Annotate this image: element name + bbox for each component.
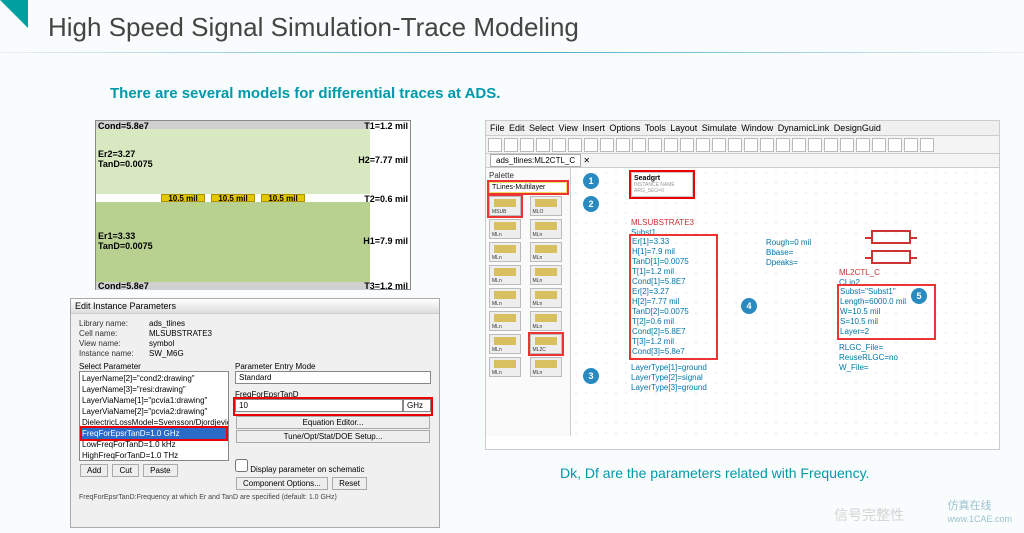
instance-name: SW_M6G <box>149 349 184 358</box>
bottom-note: Dk, Df are the parameters related with F… <box>560 465 869 481</box>
component-params: Subst="Subst1"Length=6000.0 mil W=10.5 m… <box>839 286 934 338</box>
callout-1: 1 <box>583 173 599 189</box>
schematic-canvas[interactable]: 1 2 3 4 5 Seadgrt INSTANCE NAMEARG_SEG=0… <box>571 168 999 436</box>
schematic-tab[interactable]: ads_tlines:ML2CTL_C <box>490 154 581 167</box>
select-param-header: Select Parameter <box>79 362 229 371</box>
cell-name: MLSUBSTRATE3 <box>149 329 212 338</box>
parameter-list[interactable]: LayerName[2]="cond2:drawing" LayerName[3… <box>79 371 229 461</box>
corner-triangle <box>0 0 28 28</box>
palette-item[interactable] <box>530 311 562 331</box>
divider <box>0 52 1024 53</box>
cut-button[interactable]: Cut <box>112 464 138 477</box>
help-text: FreqForEpsrTanD:Frequency at which Er an… <box>79 494 431 501</box>
palette-item[interactable] <box>489 242 521 262</box>
label: Er1=3.33 <box>98 231 135 241</box>
selected-parameter[interactable]: FreqForEpsrTanD=1.0 GHz <box>82 428 226 439</box>
palette-header: Palette <box>489 171 567 180</box>
palette-library-select[interactable]: TLines-Multilayer <box>489 182 567 193</box>
ads-window: File Edit Select View Insert Options Too… <box>485 120 1000 450</box>
unit-select[interactable]: GHz <box>403 399 431 412</box>
tune-opt-button[interactable]: Tune/Opt/Stat/DOE Setup... <box>236 430 430 443</box>
substrate-name: MLSUBSTRATE3 <box>631 218 694 228</box>
label: T2=0.6 mil <box>364 194 408 204</box>
entry-mode-header: Parameter Entry Mode <box>235 362 431 371</box>
callout-3: 3 <box>583 368 599 384</box>
label: T3=1.2 mil <box>364 281 408 291</box>
label: Cond=5.8e7 <box>98 281 149 291</box>
view-name: symbol <box>149 339 174 348</box>
label: T1=1.2 mil <box>364 121 408 131</box>
label: H2=7.77 mil <box>358 155 408 165</box>
palette-item[interactable] <box>489 265 521 285</box>
label: TanD=0.0075 <box>98 159 153 169</box>
palette-item[interactable] <box>489 288 521 308</box>
watermark: 仿真在线 www.1CAE.com <box>947 497 1012 525</box>
palette-item-mlsubstrate[interactable] <box>489 196 521 216</box>
component-name: ML2CTL_C <box>839 268 880 278</box>
palette-item[interactable] <box>530 265 562 285</box>
edit-instance-dialog: Edit Instance Parameters Library name:ad… <box>70 298 440 528</box>
param-value-input[interactable]: 10 <box>235 399 403 412</box>
add-button[interactable]: Add <box>80 464 108 477</box>
callout-2: 2 <box>583 196 599 212</box>
substrate-params: Er[1]=3.33H[1]=7.9 mil TanD[1]=0.0075T[1… <box>631 236 716 358</box>
library-name: ads_tlines <box>149 319 185 328</box>
menu-bar[interactable]: File Edit Select View Insert Options Too… <box>486 121 999 136</box>
palette-item[interactable] <box>489 219 521 239</box>
label: TanD=0.0075 <box>98 241 153 251</box>
palette-item[interactable] <box>489 357 521 377</box>
page-title: High Speed Signal Simulation-Trace Model… <box>48 12 579 43</box>
entry-label: FreqForEpsrTanD <box>235 390 431 399</box>
reset-button[interactable]: Reset <box>332 477 367 490</box>
dialog-title: Edit Instance Parameters <box>71 299 439 314</box>
subtitle: There are several models for differentia… <box>110 85 500 102</box>
entry-mode-select[interactable]: Standard <box>235 371 431 384</box>
trace: 10.5 mil <box>261 194 305 202</box>
component-extra: RLGC_File=ReuseRLGC=noW_File= <box>839 343 898 373</box>
substrate-right-params: Rough=0 milBbase=Dpeaks= <box>766 238 811 268</box>
component-options-button[interactable]: Component Options... <box>236 477 328 490</box>
palette-item[interactable] <box>489 334 521 354</box>
display-on-schematic-checkbox[interactable] <box>235 459 248 472</box>
palette-item[interactable] <box>489 311 521 331</box>
palette-item[interactable] <box>530 242 562 262</box>
palette-item[interactable] <box>530 219 562 239</box>
trace: 10.5 mil <box>211 194 255 202</box>
palette-item[interactable] <box>530 196 562 216</box>
paste-button[interactable]: Paste <box>143 464 177 477</box>
terminal-icon <box>871 230 911 244</box>
layer-types: LayerType[1]=groundLayerType[2]=signalLa… <box>631 363 707 393</box>
palette-item[interactable] <box>530 357 562 377</box>
label: Er2=3.27 <box>98 149 135 159</box>
palette-item-ml2ctl[interactable] <box>530 334 562 354</box>
palette-item[interactable] <box>530 288 562 308</box>
trace: 10.5 mil <box>161 194 205 202</box>
label: H1=7.9 mil <box>363 236 408 246</box>
callout-4: 4 <box>741 298 757 314</box>
toolbar[interactable] <box>486 136 999 154</box>
terminal-icon <box>871 250 911 264</box>
equation-editor-button[interactable]: Equation Editor... <box>236 416 430 429</box>
stackup-diagram: Cond=5.8e7 T1=1.2 mil Er2=3.27 TanD=0.00… <box>95 120 411 290</box>
palette-panel: Palette TLines-Multilayer <box>486 168 571 436</box>
insert-box: Seadgrt INSTANCE NAMEARG_SEG=0 <box>631 172 693 197</box>
watermark-chinese: 信号完整性 <box>834 505 904 525</box>
close-icon[interactable]: ✕ <box>583 156 590 165</box>
